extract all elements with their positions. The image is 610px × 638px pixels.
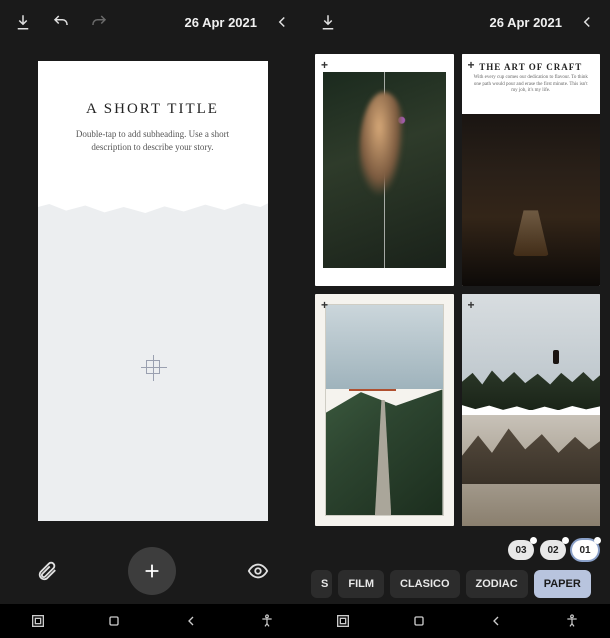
nav-accessibility-icon[interactable] bbox=[561, 610, 583, 632]
page-pill[interactable]: 01 bbox=[572, 540, 598, 560]
canvas-photo-zone[interactable] bbox=[38, 201, 268, 521]
preview-icon[interactable] bbox=[245, 558, 271, 584]
filter-chip[interactable]: FILM bbox=[338, 570, 384, 598]
editor-date: 26 Apr 2021 bbox=[184, 15, 257, 30]
close-icon[interactable] bbox=[574, 9, 600, 35]
page-indicator-row: 03 02 01 bbox=[305, 536, 610, 564]
filter-chip[interactable]: S bbox=[311, 570, 332, 598]
nav-back-icon[interactable] bbox=[180, 610, 202, 632]
export-icon[interactable] bbox=[10, 9, 36, 35]
filter-chip[interactable]: ZODIAC bbox=[466, 570, 528, 598]
template-subtitle: With every cup comes our dedication to f… bbox=[472, 75, 591, 95]
export-icon[interactable] bbox=[315, 9, 341, 35]
editor-topbar: 26 Apr 2021 bbox=[0, 0, 305, 44]
templates-pane: 26 Apr 2021 + + THE ART OF CRAFT With ev… bbox=[305, 0, 610, 638]
nav-accessibility-icon[interactable] bbox=[256, 610, 278, 632]
nav-back-icon[interactable] bbox=[485, 610, 507, 632]
template-header: THE ART OF CRAFT With every cup comes ou… bbox=[462, 54, 601, 114]
filter-chip[interactable]: PAPER bbox=[534, 570, 591, 598]
canvas-text-block[interactable]: A SHORT TITLE Double-tap to add subheadi… bbox=[38, 61, 268, 163]
nav-home-icon[interactable] bbox=[103, 610, 125, 632]
plus-icon: + bbox=[321, 58, 328, 72]
page-pill[interactable]: 03 bbox=[508, 540, 534, 560]
editor-bottom-toolbar bbox=[0, 538, 305, 604]
add-button[interactable] bbox=[128, 547, 176, 595]
redo-icon[interactable] bbox=[86, 9, 112, 35]
templates-topbar: 26 Apr 2021 bbox=[305, 0, 610, 44]
editor-pane: 26 Apr 2021 A SHORT TITLE Double-tap to … bbox=[0, 0, 305, 638]
nav-home-icon[interactable] bbox=[408, 610, 430, 632]
template-card[interactable]: + bbox=[315, 294, 454, 526]
add-photo-icon[interactable] bbox=[146, 360, 160, 374]
undo-icon[interactable] bbox=[48, 9, 74, 35]
story-canvas[interactable]: A SHORT TITLE Double-tap to add subheadi… bbox=[38, 61, 268, 521]
templates-date: 26 Apr 2021 bbox=[489, 15, 562, 30]
template-card[interactable]: + bbox=[462, 294, 601, 526]
template-card[interactable]: + bbox=[315, 54, 454, 286]
filter-tabs: S FILM CLASICO ZODIAC PAPER bbox=[305, 564, 610, 604]
attachment-icon[interactable] bbox=[34, 558, 60, 584]
template-card[interactable]: + THE ART OF CRAFT With every cup comes … bbox=[462, 54, 601, 286]
system-navbar-right bbox=[305, 604, 610, 638]
canvas-title[interactable]: A SHORT TITLE bbox=[58, 101, 248, 118]
system-navbar-left bbox=[0, 604, 305, 638]
plus-icon: + bbox=[321, 298, 328, 312]
editor-canvas-area: A SHORT TITLE Double-tap to add subheadi… bbox=[0, 44, 305, 538]
template-thumbnail bbox=[462, 114, 601, 286]
close-icon[interactable] bbox=[269, 9, 295, 35]
template-thumbnail bbox=[325, 304, 444, 516]
filter-chip[interactable]: CLASICO bbox=[390, 570, 460, 598]
plus-icon: + bbox=[468, 58, 475, 72]
nav-recents-icon[interactable] bbox=[332, 610, 354, 632]
templates-grid: + + THE ART OF CRAFT With every cup come… bbox=[305, 44, 610, 536]
nav-recents-icon[interactable] bbox=[27, 610, 49, 632]
template-thumbnail bbox=[323, 72, 446, 268]
plus-icon: + bbox=[468, 298, 475, 312]
template-title: THE ART OF CRAFT bbox=[472, 62, 591, 72]
page-pill[interactable]: 02 bbox=[540, 540, 566, 560]
canvas-subtitle[interactable]: Double-tap to add subheading. Use a shor… bbox=[58, 128, 248, 153]
